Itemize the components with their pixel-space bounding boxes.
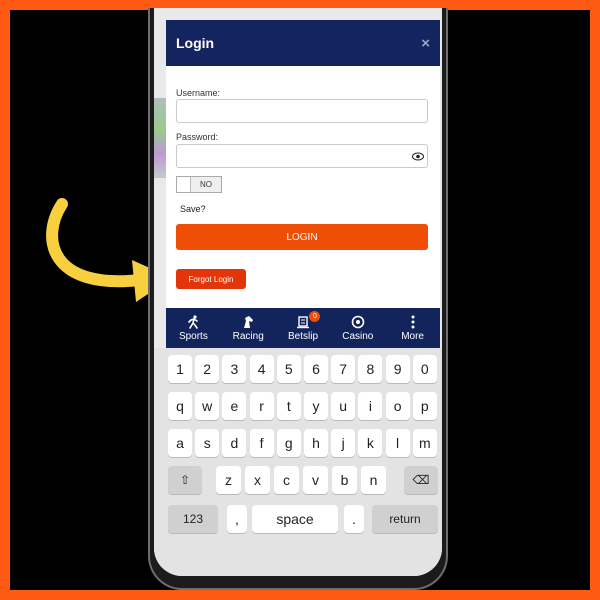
nav-label-racing: Racing [232, 330, 264, 342]
keyboard-row-2: asdfghjklm [154, 429, 442, 459]
save-label: Save? [180, 204, 206, 214]
show-password-eye-icon[interactable] [412, 152, 424, 164]
key-z[interactable]: z [216, 466, 241, 494]
key-3[interactable]: 3 [222, 355, 247, 383]
close-icon[interactable]: × [421, 35, 430, 52]
key-j[interactable]: j [331, 429, 356, 457]
casino-chip-icon [351, 315, 365, 331]
nav-item-betslip[interactable]: 0 Betslip [276, 308, 331, 348]
key-e[interactable]: e [222, 392, 247, 420]
login-button[interactable]: LOGIN [176, 224, 428, 250]
key-i[interactable]: i [358, 392, 383, 420]
key-x[interactable]: x [245, 466, 270, 494]
key-u[interactable]: u [331, 392, 356, 420]
key-6[interactable]: 6 [304, 355, 328, 383]
phone-frame: Login × Username: Password: NO Save? LOG… [148, 8, 448, 590]
forgot-login-button[interactable]: Forgot Login [176, 269, 246, 289]
bottom-nav: Sports Racing 0 Betslip Casino More [166, 308, 440, 348]
login-modal-body: Username: Password: NO Save? LOGIN Forgo… [166, 66, 440, 308]
save-toggle[interactable]: NO [176, 176, 222, 193]
login-modal-header: Login × [166, 20, 440, 66]
phone-screen: Login × Username: Password: NO Save? LOG… [154, 8, 442, 576]
key-9[interactable]: 9 [385, 355, 410, 383]
key-m[interactable]: m [412, 429, 437, 457]
username-field[interactable] [176, 99, 428, 123]
key-b[interactable]: b [332, 466, 357, 494]
numbers-key[interactable]: 123 [168, 505, 218, 533]
shift-key[interactable]: ⇧ [168, 466, 202, 494]
nav-label-casino: Casino [342, 330, 374, 342]
key-v[interactable]: v [303, 466, 328, 494]
space-key[interactable]: space [252, 505, 338, 533]
modal-title: Login [176, 35, 215, 51]
key-n[interactable]: n [361, 466, 386, 494]
key-4[interactable]: 4 [249, 355, 274, 383]
key-2[interactable]: 2 [195, 355, 220, 383]
nav-item-sports[interactable]: Sports [166, 308, 221, 348]
key-s[interactable]: s [195, 429, 220, 457]
username-label: Username: [176, 88, 221, 98]
betslip-icon [296, 315, 310, 331]
backspace-key[interactable]: ⌫ [404, 466, 438, 494]
key-t[interactable]: t [276, 392, 301, 420]
running-person-icon [186, 314, 200, 331]
nav-item-more[interactable]: More [385, 308, 440, 348]
comma-key[interactable]: , [227, 505, 247, 533]
key-r[interactable]: r [249, 392, 274, 420]
key-o[interactable]: o [385, 392, 410, 420]
key-w[interactable]: w [195, 392, 220, 420]
nav-item-racing[interactable]: Racing [221, 308, 276, 348]
key-a[interactable]: a [168, 429, 192, 457]
toggle-text: NO [200, 180, 212, 189]
key-g[interactable]: g [276, 429, 301, 457]
period-key[interactable]: . [344, 505, 364, 533]
key-y[interactable]: y [304, 392, 328, 420]
key-8[interactable]: 8 [358, 355, 383, 383]
key-k[interactable]: k [358, 429, 383, 457]
key-f[interactable]: f [249, 429, 274, 457]
key-7[interactable]: 7 [331, 355, 356, 383]
nav-label-betslip: Betslip [287, 330, 318, 342]
key-p[interactable]: p [412, 392, 437, 420]
return-key[interactable]: return [372, 505, 438, 533]
key-d[interactable]: d [222, 429, 247, 457]
key-1[interactable]: 1 [168, 355, 192, 383]
password-label: Password: [176, 132, 219, 142]
keyboard-row-bottom: 123 , space . return [154, 505, 442, 535]
nav-label-more: More [401, 330, 424, 342]
keyboard-row-1: qwertyuiop [154, 392, 442, 422]
key-0[interactable]: 0 [412, 355, 437, 383]
key-l[interactable]: l [385, 429, 410, 457]
password-field[interactable] [176, 144, 428, 168]
keyboard-row-3: ⇧ ⌫ zxcvbn [154, 466, 442, 496]
key-5[interactable]: 5 [276, 355, 301, 383]
nav-label-sports: Sports [178, 330, 208, 342]
toggle-knob [177, 177, 191, 192]
key-c[interactable]: c [274, 466, 299, 494]
vertical-dots-icon [406, 315, 420, 331]
keyboard-row-numbers: 1234567890 [154, 355, 442, 385]
horse-head-icon [241, 315, 255, 331]
nav-item-casino[interactable]: Casino [330, 308, 385, 348]
key-h[interactable]: h [304, 429, 328, 457]
betslip-badge: 0 [309, 311, 321, 322]
on-screen-keyboard: 1234567890 qwertyuiop asdfghjklm ⇧ ⌫ zxc… [154, 348, 442, 576]
key-q[interactable]: q [168, 392, 192, 420]
